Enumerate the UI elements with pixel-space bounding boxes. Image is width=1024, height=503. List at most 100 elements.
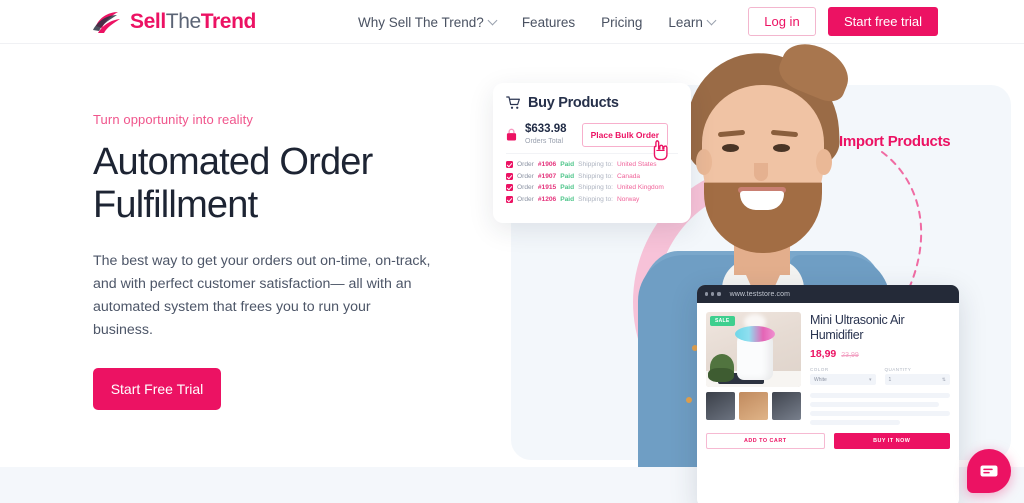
hero-title-line2: Fulfillment — [93, 184, 258, 227]
product-price-line: 18,99 23,99 — [810, 348, 950, 360]
chat-message-icon — [980, 465, 998, 477]
site-header: SellTheTrend Why Sell The Trend? Feature… — [0, 0, 1024, 44]
order-row[interactable]: Order #1915 Paid Shipping to: United Kin… — [506, 184, 678, 191]
logo-mark-icon — [93, 12, 120, 33]
address-bar-url[interactable]: www.teststore.com — [730, 291, 790, 298]
order-checkbox-icon[interactable] — [506, 172, 513, 180]
nav-label: Why Sell The Trend? — [358, 14, 484, 30]
product-price-original: 23,99 — [841, 352, 859, 359]
chat-widget-button[interactable] — [967, 449, 1011, 493]
order-number: #1915 — [537, 184, 557, 191]
order-destination: United Kingdom — [616, 184, 664, 191]
hero-eyebrow: Turn opportunity into reality — [93, 112, 253, 127]
logo-text-trend: Trend — [200, 10, 257, 33]
logo-text-the: The — [165, 10, 201, 33]
color-select[interactable]: White ▾ — [810, 374, 876, 385]
buy-products-title: Buy Products — [528, 95, 619, 111]
order-checkbox-icon[interactable] — [506, 161, 513, 168]
person-eye-left — [722, 144, 739, 152]
product-options: COLOR White ▾ QUANTITY 1 ⇅ — [810, 367, 950, 385]
order-word-label: Order — [517, 161, 534, 168]
order-row[interactable]: Order #1206 Paid Shipping to: Norway — [506, 195, 678, 203]
order-word-label: Order — [517, 184, 534, 191]
window-dot — [711, 292, 715, 296]
skeleton-line — [810, 411, 950, 416]
page-title: Automated Order Fulfillment — [93, 141, 443, 228]
add-to-cart-button[interactable]: ADD TO CART — [706, 433, 825, 449]
login-button[interactable]: Log in — [747, 7, 816, 36]
order-number: #1906 — [537, 161, 557, 168]
skeleton-line — [810, 420, 900, 425]
nav-item-why-sell-the-trend[interactable]: Why Sell The Trend? — [358, 14, 498, 30]
nav-item-learn[interactable]: Learn — [668, 15, 717, 30]
quantity-option: QUANTITY 1 ⇅ — [884, 367, 950, 385]
product-thumbnail[interactable] — [706, 392, 735, 420]
person-ear-left — [696, 149, 712, 175]
product-title: Mini Ultrasonic Air Humidifier — [810, 313, 905, 342]
order-checkbox-icon[interactable] — [506, 184, 513, 191]
quantity-label: QUANTITY — [884, 367, 912, 372]
logo-text-sell: Sell — [130, 10, 166, 33]
order-destination: United States — [616, 161, 657, 168]
order-shipping-label: Shipping to: — [578, 172, 613, 180]
product-thumbnails — [706, 392, 801, 420]
chevron-down-icon: ▾ — [868, 376, 872, 383]
window-dot — [717, 292, 721, 296]
order-status: Paid — [560, 161, 575, 168]
nav-item-features[interactable]: Features — [522, 15, 575, 30]
order-row[interactable]: Order #1907 Paid Shipping to: Canada — [506, 172, 678, 180]
product-gallery: SALE — [706, 312, 801, 425]
orders-total-text: $633.98 Orders Total — [525, 123, 567, 145]
window-controls — [705, 292, 721, 296]
color-option: COLOR White ▾ — [810, 367, 876, 385]
product-thumbnail[interactable] — [772, 392, 801, 420]
color-value: White — [814, 376, 827, 383]
order-destination: Canada — [616, 172, 641, 180]
main-navigation: Why Sell The Trend? Features Pricing Lea… — [358, 0, 717, 44]
hero-subtitle: The best way to get your orders out on-t… — [93, 252, 431, 338]
product-info: Mini Ultrasonic Air Humidifier 18,99 23,… — [810, 312, 950, 425]
order-destination: Norway — [616, 195, 640, 203]
order-shipping-label: Shipping to: — [578, 184, 613, 191]
buy-it-now-button[interactable]: BUY IT NOW — [833, 433, 950, 449]
start-free-trial-header-button[interactable]: Start free trial — [827, 7, 938, 36]
order-row[interactable]: Order #1906 Paid Shipping to: United Sta… — [506, 161, 678, 168]
quantity-stepper[interactable]: 1 ⇅ — [884, 374, 950, 385]
sale-badge: SALE — [710, 316, 735, 326]
order-shipping-label: Shipping to: — [578, 195, 613, 203]
product-thumbnail[interactable] — [739, 392, 768, 420]
start-free-trial-hero-button[interactable]: Start Free Trial — [93, 367, 221, 410]
shopping-cart-icon — [506, 96, 520, 109]
order-status: Paid — [560, 172, 575, 180]
person-eye-right — [773, 144, 790, 152]
product-description-placeholder — [810, 393, 950, 425]
import-products-annotation: Import Products — [839, 133, 951, 150]
chevron-down-icon — [487, 15, 498, 25]
logo-wordmark: SellTheTrend — [130, 10, 256, 34]
product-plant-prop — [708, 368, 734, 382]
buy-products-card: Buy Products $633.98 Orders Total Place … — [493, 83, 691, 223]
page-root: SellTheTrend Why Sell The Trend? Feature… — [0, 0, 1024, 503]
order-number: #1907 — [537, 172, 557, 180]
nav-label: Features — [521, 14, 576, 30]
order-number: #1206 — [537, 195, 557, 203]
product-body: SALE Mini Ultrasonic Air Humidifier 18,9… — [697, 303, 959, 425]
buy-products-header: Buy Products — [506, 95, 678, 111]
quantity-value: 1 — [888, 376, 892, 383]
product-preview-card: www.teststore.com SALE Mini Ultrasonic A… — [697, 285, 959, 503]
brand-logo[interactable]: SellTheTrend — [92, 7, 256, 37]
order-word-label: Order — [517, 195, 534, 203]
product-main-image[interactable]: SALE — [706, 312, 801, 387]
order-status: Paid — [560, 184, 575, 191]
order-shipping-label: Shipping to: — [578, 161, 613, 168]
skeleton-line — [810, 393, 950, 398]
hero-illustration: Buy Products $633.98 Orders Total Place … — [490, 35, 1024, 503]
order-checkbox-icon[interactable] — [506, 195, 513, 203]
person-nose — [754, 163, 768, 181]
skeleton-line — [810, 402, 939, 407]
nav-item-pricing[interactable]: Pricing — [601, 15, 642, 30]
chevron-down-icon — [706, 15, 717, 25]
color-label: COLOR — [810, 367, 829, 372]
browser-bar: www.teststore.com — [697, 285, 959, 303]
humidifier-top-light — [735, 326, 775, 342]
